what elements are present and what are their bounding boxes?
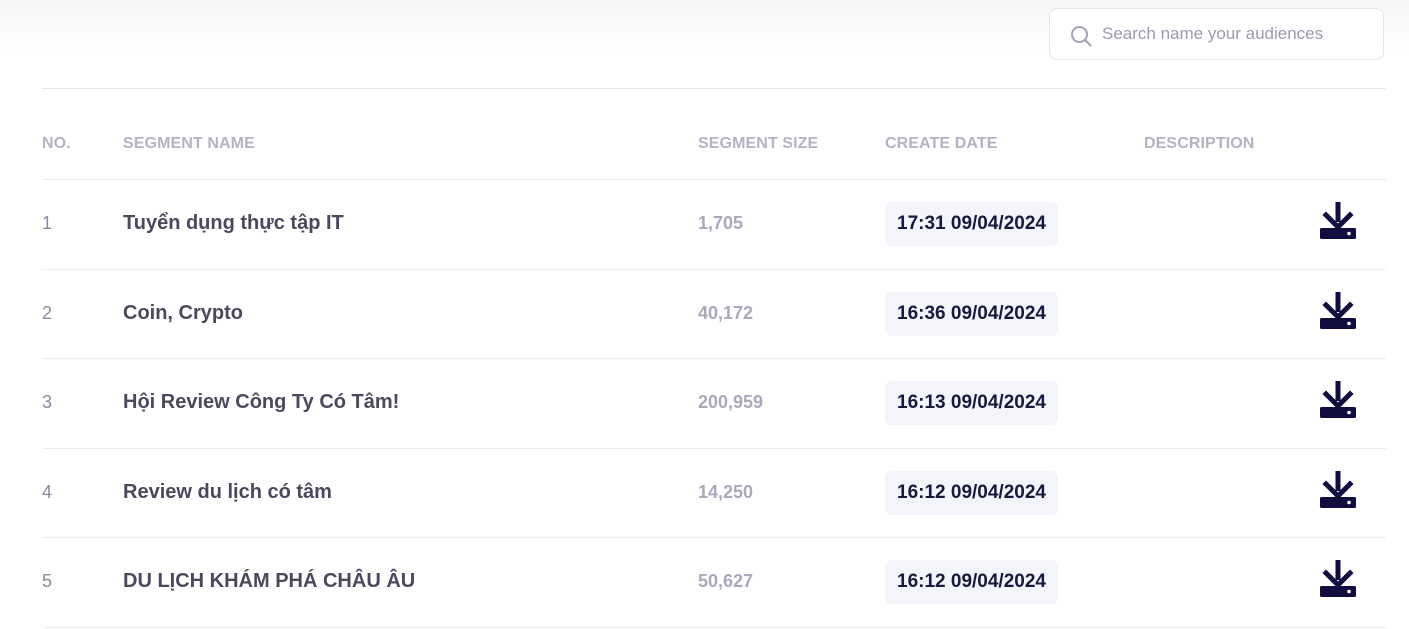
download-icon: [1320, 202, 1356, 239]
segment-name: Review du lịch có tâm: [123, 480, 332, 503]
table-row: 5 DU LỊCH KHÁM PHÁ CHÂU ÂU 50,627 16:12 …: [42, 538, 1386, 628]
header-no: NO.: [42, 135, 71, 152]
search-box[interactable]: [1049, 8, 1384, 60]
download-icon: [1320, 381, 1356, 418]
table-header: NO. SEGMENT NAME SEGMENT SIZE CREATE DAT…: [42, 89, 1386, 180]
segment-size: 1,705: [698, 213, 744, 233]
create-date-badge: 16:12 09/04/2024: [885, 470, 1058, 515]
download-button[interactable]: [1316, 469, 1360, 513]
download-icon: [1320, 291, 1356, 329]
header-description: DESCRIPTION: [1144, 135, 1255, 152]
row-number: 1: [42, 213, 53, 233]
download-button[interactable]: [1316, 379, 1360, 423]
segment-size: 40,172: [698, 302, 754, 323]
segment-name: DU LỊCH KHÁM PHÁ CHÂU ÂU: [123, 570, 416, 592]
segment-name: Hội Review Công Ty Có Tâm!: [123, 391, 400, 413]
row-number: 4: [42, 481, 53, 502]
segment-size: 14,250: [698, 481, 754, 502]
table-row: 1 Tuyển dụng thực tập IT 1,705 17:31 09/…: [42, 180, 1386, 270]
create-date-badge: 16:12 09/04/2024: [885, 560, 1058, 604]
create-date-badge: 17:31 09/04/2024: [885, 202, 1058, 246]
download-button[interactable]: [1316, 200, 1360, 244]
segment-size: 50,627: [698, 571, 754, 591]
download-icon: [1320, 470, 1356, 508]
search-icon: [1071, 26, 1092, 47]
segment-size: 200,959: [698, 392, 764, 412]
header-segment-size: SEGMENT SIZE: [698, 135, 819, 152]
header-create-date: CREATE DATE: [885, 135, 998, 152]
row-number: 5: [42, 571, 53, 591]
segment-name: Coin, Crypto: [123, 301, 243, 324]
row-number: 2: [42, 302, 53, 323]
download-button[interactable]: [1316, 290, 1360, 334]
create-date-badge: 16:13 09/04/2024: [885, 381, 1058, 425]
header-segment-name: SEGMENT NAME: [123, 135, 255, 152]
row-number: 3: [42, 392, 53, 412]
segments-table: NO. SEGMENT NAME SEGMENT SIZE CREATE DAT…: [42, 89, 1386, 628]
create-date-badge: 16:36 09/04/2024: [885, 291, 1058, 336]
audience-segments-page: NO. SEGMENT NAME SEGMENT SIZE CREATE DAT…: [0, 0, 1409, 629]
segment-name: Tuyển dụng thực tập IT: [123, 212, 344, 234]
table-row: 4 Review du lịch có tâm 14,250 16:12 09/…: [42, 449, 1386, 538]
table-row: 2 Coin, Crypto 40,172 16:36 09/04/2024: [42, 270, 1386, 359]
download-icon: [1320, 560, 1356, 597]
search-input[interactable]: [1102, 21, 1372, 47]
table-row: 3 Hội Review Công Ty Có Tâm! 200,959 16:…: [42, 359, 1386, 449]
download-button[interactable]: [1316, 558, 1360, 602]
